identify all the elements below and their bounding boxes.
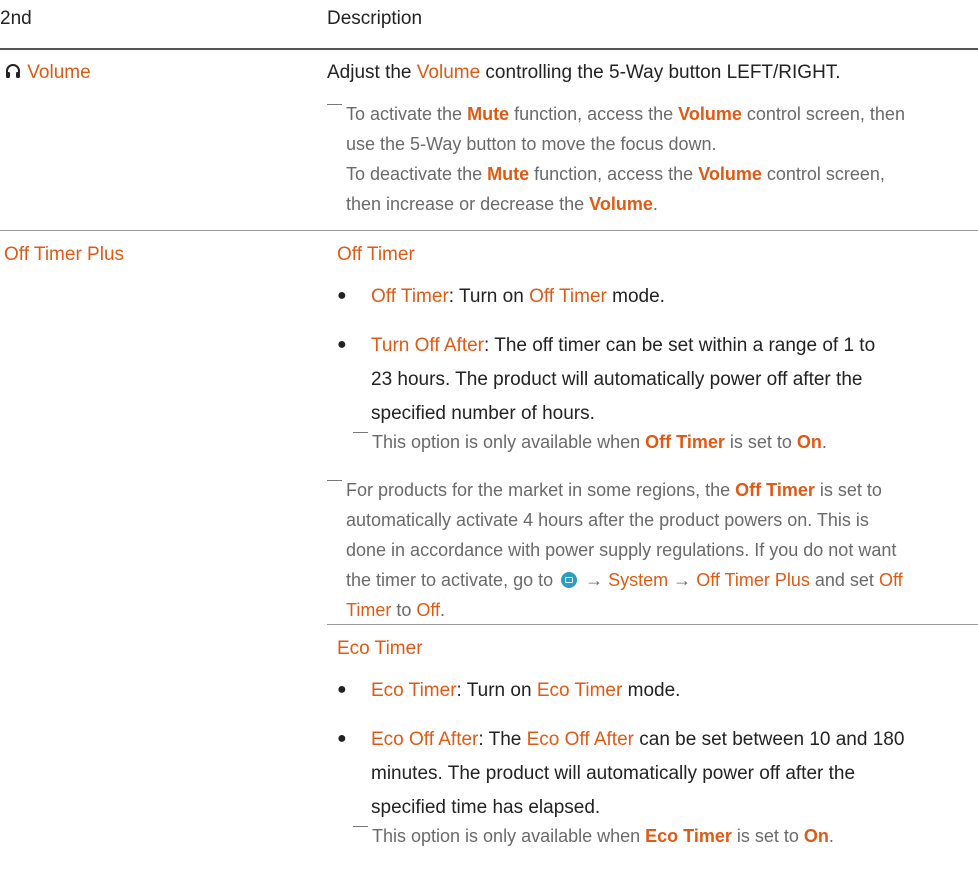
header-col-description: Description bbox=[327, 8, 423, 29]
off-timer-section-title: Off Timer bbox=[337, 244, 415, 265]
volume-description: Adjust the Volume controlling the 5-Way … bbox=[327, 62, 841, 83]
volume-label: Volume bbox=[27, 62, 91, 83]
section-divider bbox=[327, 624, 978, 625]
headphones-icon bbox=[6, 64, 20, 78]
bullet-icon: ● bbox=[337, 336, 347, 353]
row-divider bbox=[0, 230, 978, 231]
header-col-2nd: 2nd bbox=[0, 8, 32, 29]
menu-icon bbox=[561, 572, 578, 588]
eco-timer-section-title: Eco Timer bbox=[337, 638, 423, 659]
eco-timer-bullet-1: Eco Timer: Turn on Eco Timer mode. bbox=[371, 680, 681, 701]
eco-timer-note: This option is only available when Eco T… bbox=[353, 821, 834, 851]
off-timer-note-b: For products for the market in some regi… bbox=[327, 475, 903, 625]
off-timer-note-a: This option is only available when Off T… bbox=[353, 427, 827, 457]
volume-label-cell: Volume bbox=[4, 56, 91, 90]
bullet-icon: ● bbox=[337, 681, 347, 698]
eco-timer-bullet-2: Eco Off After: The Eco Off After can be … bbox=[371, 729, 905, 818]
off-timer-bullet-1: Off Timer: Turn on Off Timer mode. bbox=[371, 286, 665, 307]
volume-note: To activate the Mute function, access th… bbox=[327, 99, 905, 219]
off-timer-plus-label: Off Timer Plus bbox=[4, 244, 125, 265]
bullet-icon: ● bbox=[337, 730, 347, 747]
header-rule bbox=[0, 48, 978, 50]
off-timer-bullet-2: Turn Off After: The off timer can be set… bbox=[371, 335, 876, 424]
bullet-icon: ● bbox=[337, 287, 347, 304]
